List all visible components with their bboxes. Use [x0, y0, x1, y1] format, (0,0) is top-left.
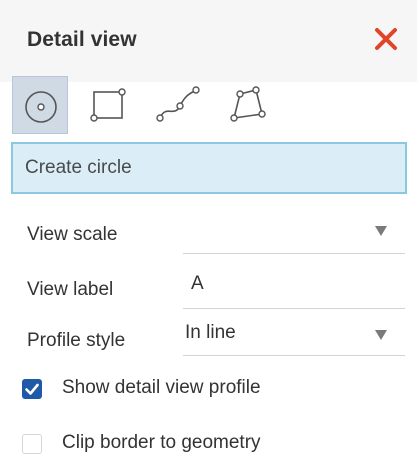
view-label-value: A: [191, 273, 204, 294]
spline-tool-button[interactable]: [152, 76, 208, 134]
close-button[interactable]: [371, 24, 401, 54]
checkmark-icon: [25, 383, 39, 395]
show-detail-view-profile-checkbox[interactable]: [22, 379, 42, 399]
view-label-input[interactable]: A: [183, 265, 405, 309]
polygon-icon: [230, 86, 266, 122]
chevron-down-icon: [375, 226, 387, 236]
chevron-down-icon: [375, 330, 387, 340]
rectangle-icon: [90, 88, 126, 122]
profile-style-row: Profile style In line: [0, 312, 417, 356]
view-label-row: View label A: [0, 265, 417, 309]
detail-view-panel: Detail view Create circle View scale Vie…: [0, 0, 417, 468]
show-detail-view-profile-label: Show detail view profile: [62, 377, 261, 398]
create-circle-text: Create circle: [25, 157, 132, 178]
clip-border-checkbox[interactable]: [22, 434, 42, 454]
view-scale-dropdown[interactable]: [183, 210, 405, 254]
polygon-tool-button[interactable]: [222, 76, 278, 134]
view-scale-label: View scale: [27, 224, 118, 245]
circle-icon: [25, 91, 57, 123]
clip-border-row[interactable]: Clip border to geometry: [0, 430, 417, 460]
close-icon: [375, 28, 397, 50]
panel-header: Detail view: [0, 0, 417, 82]
view-scale-row: View scale: [0, 210, 417, 254]
sketch-tool-row: [12, 76, 412, 134]
spline-icon: [156, 86, 200, 122]
view-label-label: View label: [27, 279, 114, 300]
profile-style-dropdown[interactable]: In line: [183, 312, 405, 356]
panel-title: Detail view: [27, 28, 137, 51]
create-circle-field[interactable]: Create circle: [11, 142, 407, 194]
show-detail-view-profile-row[interactable]: Show detail view profile: [0, 375, 417, 405]
rectangle-tool-button[interactable]: [82, 76, 138, 134]
profile-style-value: In line: [185, 322, 236, 343]
profile-style-label: Profile style: [27, 330, 126, 351]
circle-tool-button[interactable]: [12, 76, 68, 134]
clip-border-label: Clip border to geometry: [62, 432, 261, 453]
